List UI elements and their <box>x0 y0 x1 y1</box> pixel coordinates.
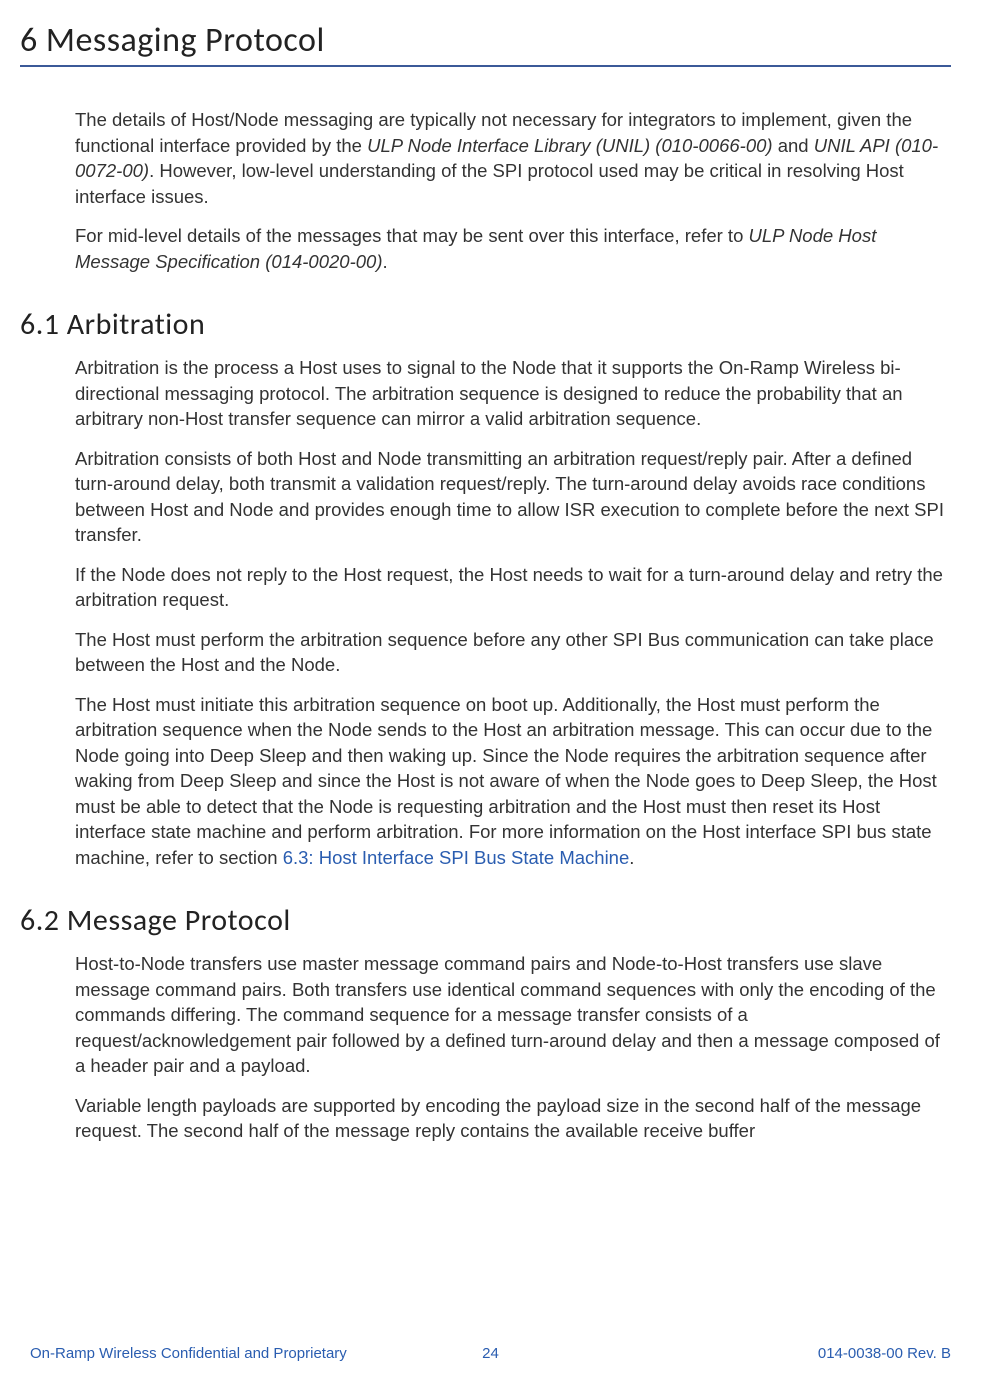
footer-doc-id: 014-0038-00 Rev. B <box>818 1345 951 1362</box>
text-span: . However, low-level understanding of th… <box>75 160 904 207</box>
italic-reference: ULP Node Interface Library (UNIL) (010-0… <box>367 135 772 156</box>
paragraph: The Host must perform the arbitration se… <box>75 627 946 678</box>
text-span: and <box>773 135 814 156</box>
text-span: . <box>629 847 634 868</box>
paragraph: Arbitration consists of both Host and No… <box>75 446 946 548</box>
footer-confidential: On-Ramp Wireless Confidential and Propri… <box>30 1345 347 1362</box>
paragraph: The Host must initiate this arbitration … <box>75 692 946 871</box>
chapter-title: 6 Messaging Protocol <box>20 20 951 67</box>
section-6-2-body: Host-to-Node transfers use master messag… <box>75 951 946 1144</box>
footer-page-number: 24 <box>482 1345 499 1362</box>
text-span: The Host must initiate this arbitration … <box>75 694 937 868</box>
section-6-1-title: 6.1 Arbitration <box>20 306 951 343</box>
text-span: For mid-level details of the messages th… <box>75 225 749 246</box>
text-span: . <box>382 251 387 272</box>
cross-reference-link[interactable]: 6.3: Host Interface SPI Bus State Machin… <box>283 847 630 868</box>
intro-paragraph-2: For mid-level details of the messages th… <box>75 223 946 274</box>
paragraph: Arbitration is the process a Host uses t… <box>75 355 946 432</box>
intro-paragraph-1: The details of Host/Node messaging are t… <box>75 107 946 209</box>
paragraph: Host-to-Node transfers use master messag… <box>75 951 946 1079</box>
page-footer: On-Ramp Wireless Confidential and Propri… <box>30 1345 951 1362</box>
section-6-2-title: 6.2 Message Protocol <box>20 902 951 939</box>
section-6-1-body: Arbitration is the process a Host uses t… <box>75 355 946 870</box>
paragraph: Variable length payloads are supported b… <box>75 1093 946 1144</box>
paragraph: If the Node does not reply to the Host r… <box>75 562 946 613</box>
intro-block: The details of Host/Node messaging are t… <box>75 107 946 274</box>
